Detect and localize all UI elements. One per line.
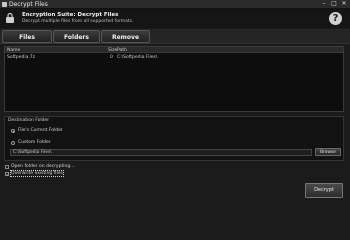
header: Encryption Suite: Decrypt Files Decrypt … (0, 9, 350, 28)
destination-panel: Destination Folder File's Current Folder… (4, 116, 344, 161)
table-row[interactable]: Softpedia.7z 0 C:\Softpedia Files\ (5, 54, 343, 61)
custom-folder-input[interactable]: C:\Softpedia Files\ (10, 149, 312, 156)
file-size: 0 (110, 55, 113, 60)
decrypt-button[interactable]: Decrypt (305, 183, 343, 198)
help-button[interactable]: ? (329, 12, 342, 25)
close-icon[interactable]: ✕ (339, 0, 349, 8)
window-title: Decrypt Files (9, 1, 48, 8)
overwrite-label[interactable]: Overwrite existing files (10, 170, 64, 177)
file-list[interactable]: Softpedia.7z 0 C:\Softpedia Files\ (4, 53, 344, 112)
tab-bar: Files Folders Remove (0, 29, 350, 44)
custom-folder-radio[interactable] (11, 141, 15, 145)
tab-remove[interactable]: Remove (101, 30, 150, 43)
browse-button[interactable]: Browse (315, 148, 341, 156)
open-folder-label[interactable]: Open folder on decrypting... (11, 164, 74, 169)
maximize-icon[interactable]: □ (329, 0, 339, 8)
header-title: Encryption Suite: Decrypt Files (22, 12, 119, 18)
destination-label: Destination Folder (8, 118, 50, 123)
overwrite-checkbox[interactable]: ✓ (5, 172, 9, 177)
tab-folders[interactable]: Folders (53, 30, 100, 43)
open-folder-checkbox[interactable] (5, 165, 9, 169)
custom-folder-label[interactable]: Custom Folder (18, 140, 51, 145)
current-folder-label[interactable]: File's Current Folder (18, 128, 63, 133)
file-name: Softpedia.7z (7, 55, 36, 60)
lock-icon (6, 12, 14, 23)
header-subtitle: Decrypt multiple files from all supporte… (22, 19, 134, 24)
file-list-header: Name Size Path (4, 46, 344, 53)
title-bar: Decrypt Files – □ ✕ (0, 0, 350, 9)
tab-files[interactable]: Files (2, 30, 52, 43)
file-path: C:\Softpedia Files\ (117, 55, 158, 60)
current-folder-radio[interactable] (11, 129, 15, 133)
minimize-icon[interactable]: – (319, 0, 329, 8)
app-icon (2, 2, 7, 7)
